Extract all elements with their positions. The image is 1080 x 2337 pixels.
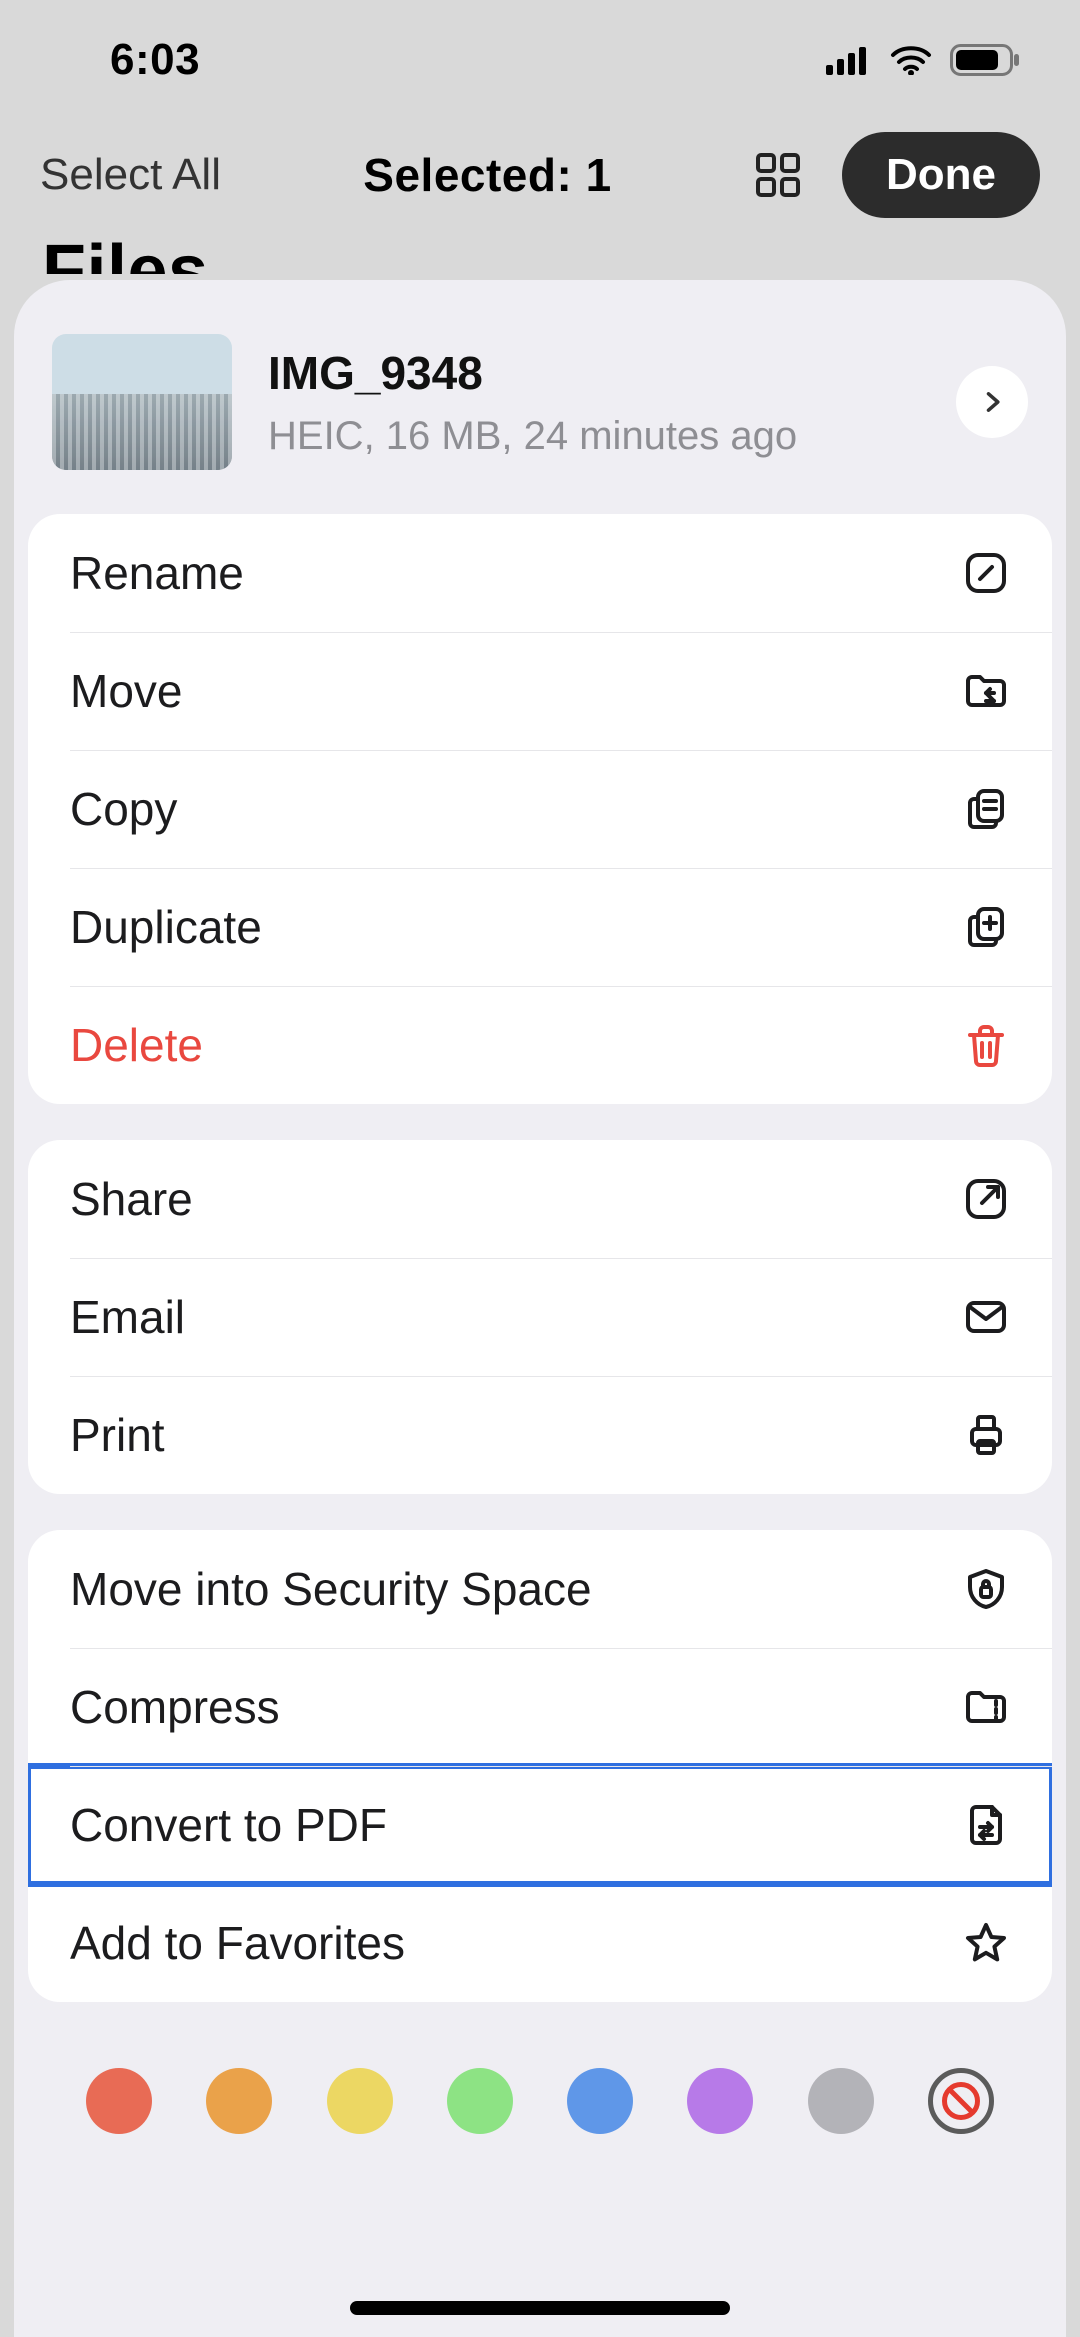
compress-row[interactable]: Compress: [28, 1648, 1052, 1766]
print-label: Print: [70, 1408, 165, 1462]
file-details-chevron[interactable]: [956, 366, 1028, 438]
status-time: 6:03: [110, 35, 200, 85]
move-row[interactable]: Move: [28, 632, 1052, 750]
doc-copy-icon: [962, 785, 1010, 833]
status-indicators: [826, 44, 1020, 76]
shield-lock-icon: [962, 1565, 1010, 1613]
home-indicator: [350, 2301, 730, 2315]
tag-color-2[interactable]: [327, 2068, 393, 2134]
page-title: Files: [0, 230, 1080, 274]
doc-convert-icon: [962, 1801, 1010, 1849]
status-bar: 6:03: [0, 0, 1080, 120]
doc-plus-icon: [962, 903, 1010, 951]
rename-row[interactable]: Rename: [28, 514, 1052, 632]
cellular-icon: [826, 45, 872, 75]
rename-label: Rename: [70, 546, 244, 600]
print-row[interactable]: Print: [28, 1376, 1052, 1494]
favorite-row[interactable]: Add to Favorites: [28, 1884, 1052, 2002]
star-icon: [962, 1919, 1010, 1967]
wifi-icon: [890, 45, 932, 75]
delete-row[interactable]: Delete: [28, 986, 1052, 1104]
action-group: Share Email Print: [28, 1140, 1052, 1494]
share-out-icon: [962, 1175, 1010, 1223]
favorite-label: Add to Favorites: [70, 1916, 405, 1970]
convert_pdf-label: Convert to PDF: [70, 1798, 387, 1852]
delete-label: Delete: [70, 1018, 203, 1072]
convert_pdf-row[interactable]: Convert to PDF: [28, 1766, 1052, 1884]
copy-label: Copy: [70, 782, 177, 836]
archive-icon: [962, 1683, 1010, 1731]
select-all-button[interactable]: Select All: [40, 150, 221, 200]
share-row[interactable]: Share: [28, 1140, 1052, 1258]
folder-move-icon: [962, 667, 1010, 715]
envelope-icon: [962, 1293, 1010, 1341]
duplicate-row[interactable]: Duplicate: [28, 868, 1052, 986]
tag-colors-row: [28, 2038, 1052, 2134]
share-label: Share: [70, 1172, 193, 1226]
selected-count: Selected: 1: [363, 148, 611, 202]
copy-row[interactable]: Copy: [28, 750, 1052, 868]
tag-clear-button[interactable]: [928, 2068, 994, 2134]
action-sheet: IMG_9348 HEIC, 16 MB, 24 minutes ago Ren…: [14, 280, 1066, 2337]
tag-color-3[interactable]: [447, 2068, 513, 2134]
action-group: Move into Security Space Compress Convert …: [28, 1530, 1052, 2002]
file-name: IMG_9348: [268, 346, 920, 400]
tag-color-5[interactable]: [687, 2068, 753, 2134]
done-button[interactable]: Done: [842, 132, 1040, 218]
battery-icon: [950, 44, 1020, 76]
email-row[interactable]: Email: [28, 1258, 1052, 1376]
trash-icon: [962, 1021, 1010, 1069]
email-label: Email: [70, 1290, 185, 1344]
pencil-square-icon: [962, 549, 1010, 597]
tag-color-1[interactable]: [206, 2068, 272, 2134]
move-label: Move: [70, 664, 182, 718]
tag-color-6[interactable]: [808, 2068, 874, 2134]
file-header[interactable]: IMG_9348 HEIC, 16 MB, 24 minutes ago: [28, 324, 1052, 514]
tag-color-4[interactable]: [567, 2068, 633, 2134]
security-row[interactable]: Move into Security Space: [28, 1530, 1052, 1648]
duplicate-label: Duplicate: [70, 900, 262, 954]
file-meta: HEIC, 16 MB, 24 minutes ago: [268, 414, 920, 459]
tag-color-0[interactable]: [86, 2068, 152, 2134]
compress-label: Compress: [70, 1680, 280, 1734]
view-grid-icon[interactable]: [754, 151, 802, 199]
action-group: Rename Move Copy Duplicate Delete: [28, 514, 1052, 1104]
selection-toolbar: Select All Selected: 1 Done: [0, 120, 1080, 230]
security-label: Move into Security Space: [70, 1562, 592, 1616]
printer-icon: [962, 1411, 1010, 1459]
file-thumbnail: [52, 334, 232, 470]
